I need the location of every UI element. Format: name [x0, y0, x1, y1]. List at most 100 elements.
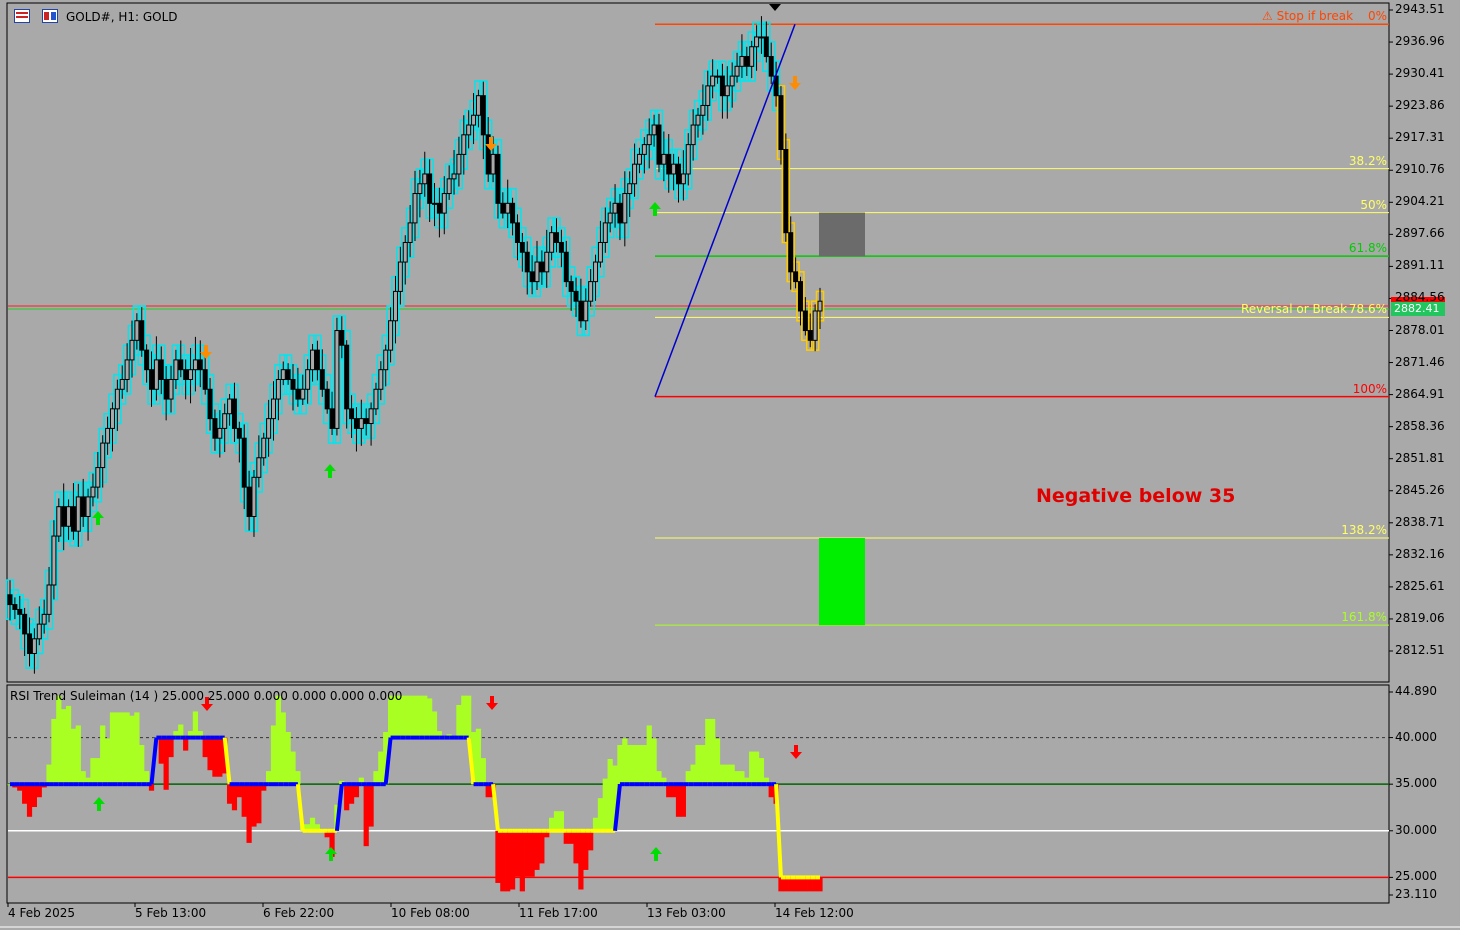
- oscillator-bar: [192, 711, 199, 738]
- oscillator-bar: [500, 830, 506, 892]
- chart-tile-icon[interactable]: [42, 9, 58, 23]
- oscillator-axis-label: 30.000: [1395, 822, 1437, 837]
- oscillator-bar: [802, 877, 808, 892]
- candle-body: [319, 369, 325, 390]
- oscillator-bar: [505, 830, 511, 892]
- candle-body: [163, 378, 169, 400]
- candle-body: [432, 202, 438, 205]
- price-axis-label: 2878.01: [1395, 322, 1445, 337]
- oscillator-bar: [65, 705, 72, 785]
- oscillator-bar: [641, 745, 647, 785]
- candle-body: [124, 359, 130, 380]
- candle-body: [17, 608, 23, 615]
- candle-body: [231, 398, 237, 429]
- candle-body: [788, 232, 794, 273]
- candle-body: [544, 251, 550, 273]
- price-axis-label: 2936.96: [1395, 34, 1445, 49]
- envelope-group: [5, 21, 825, 669]
- candle-body: [358, 418, 364, 429]
- oscillator-bar: [758, 758, 765, 785]
- oscillator-axis-label: 25.000: [1395, 869, 1437, 884]
- candle-body: [158, 359, 164, 380]
- oscillator-bar: [109, 712, 116, 785]
- price-axis-label: 2819.06: [1395, 610, 1445, 625]
- oscillator-bar: [646, 725, 652, 785]
- price-axis-label: 2832.16: [1395, 546, 1445, 561]
- price-chart[interactable]: [0, 0, 1460, 930]
- oscillator-trend-segment: [334, 783, 344, 831]
- candle-body: [290, 378, 296, 390]
- oscillator-bar: [807, 877, 813, 892]
- time-axis-label: 10 Feb 08:00: [391, 906, 470, 920]
- candle-body: [705, 85, 711, 106]
- candle-body: [66, 506, 72, 527]
- candle-body: [85, 496, 91, 517]
- candle-body: [734, 65, 740, 77]
- chart-window[interactable]: GOLD#, H1: GOLD RSI Trend Suleiman (14 )…: [0, 0, 1460, 930]
- oscillator-bar: [46, 764, 52, 785]
- oscillator-trend-segment: [295, 783, 305, 831]
- chart-window-icon[interactable]: [14, 9, 30, 23]
- fib-pct-label: 100%: [1352, 381, 1387, 396]
- oscillator-bar: [363, 784, 369, 847]
- oscillator-bar: [539, 830, 545, 864]
- candle-body: [251, 476, 257, 517]
- candle-body: [797, 281, 803, 312]
- oscillator-trend-segment: [491, 783, 500, 831]
- oscillator-bar: [256, 784, 262, 824]
- oscillator-bar: [651, 738, 657, 785]
- oscillator-bar: [724, 764, 730, 785]
- candle-body: [427, 173, 433, 204]
- candle-body: [412, 193, 418, 224]
- candle-body: [744, 56, 750, 67]
- candle-body: [690, 124, 696, 146]
- candle-body: [236, 427, 242, 439]
- oscillator-bar: [700, 745, 706, 785]
- candle-body: [329, 408, 335, 429]
- candle-body: [61, 506, 67, 527]
- price-axis-label: 2825.61: [1395, 578, 1445, 593]
- oscillator-bar: [26, 784, 33, 817]
- oscillator-bar: [285, 731, 291, 785]
- oscillator-bar: [95, 758, 101, 785]
- oscillator-bar: [163, 737, 169, 790]
- candle-body: [490, 153, 496, 175]
- candle-body: [627, 183, 633, 195]
- oscillator-bar: [710, 718, 716, 785]
- buy-arrow-icon: [324, 464, 336, 478]
- oscillator-bar: [597, 798, 604, 831]
- fib-pct-label: 78.6%: [1348, 302, 1387, 317]
- oscillator-bar: [695, 745, 701, 785]
- candle-body: [334, 330, 340, 429]
- oscillator-bar: [90, 758, 96, 785]
- candle-body: [724, 85, 730, 97]
- candles-group: [7, 16, 823, 674]
- entry-zone-box: [819, 212, 865, 257]
- candle-body: [139, 320, 145, 351]
- oscillator-bar: [31, 784, 37, 808]
- candle-body: [563, 251, 569, 283]
- buy-arrow-icon: [649, 202, 661, 216]
- candle-body: [80, 496, 86, 517]
- candle-body: [168, 378, 174, 400]
- oscillator-title: RSI Trend Suleiman (14 ) 25.000 25.000 0…: [10, 689, 403, 703]
- candle-body: [51, 535, 57, 586]
- oscillator-bar: [139, 745, 145, 785]
- candle-body: [305, 369, 311, 390]
- candle-body: [685, 144, 691, 175]
- oscillator-bar: [475, 728, 482, 785]
- price-axis-label: 2871.46: [1395, 354, 1445, 369]
- oscillator-bar: [778, 877, 784, 892]
- oscillator-bar: [456, 704, 462, 738]
- candle-body: [368, 408, 374, 425]
- candle-body: [763, 36, 769, 58]
- candle-body: [114, 388, 120, 410]
- candle-body: [661, 153, 667, 165]
- candle-body: [373, 388, 379, 410]
- oscillator-bar: [534, 830, 540, 870]
- candle-body: [524, 251, 530, 273]
- candle-body: [783, 149, 789, 234]
- oscillator-bar: [231, 784, 238, 811]
- oscillator-bar: [675, 784, 682, 817]
- candle-body: [568, 281, 574, 292]
